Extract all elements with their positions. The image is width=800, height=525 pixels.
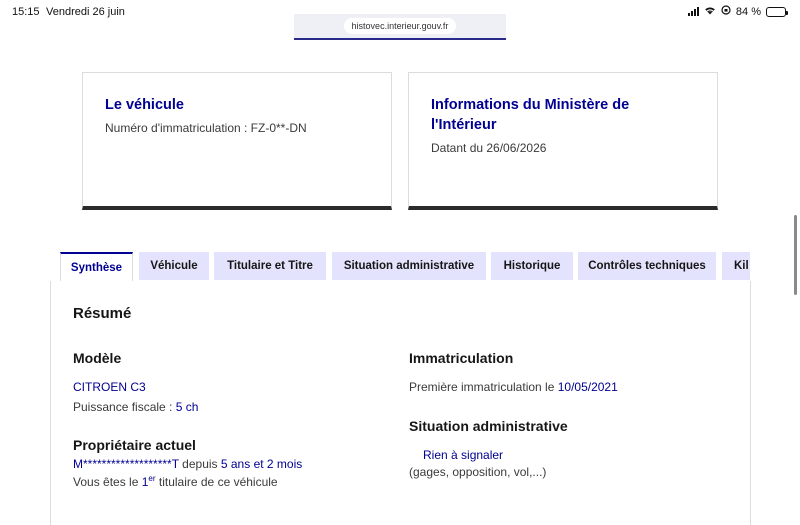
- battery-percentage: 84 %: [735, 5, 761, 18]
- url-text[interactable]: histovec.interieur.gouv.fr: [343, 18, 457, 34]
- ministry-card-title: Informations du Ministère de l'Intérieur: [431, 95, 695, 135]
- address-bar[interactable]: histovec.interieur.gouv.fr: [294, 14, 506, 40]
- fiscal-power-value: 5 ch: [175, 400, 199, 414]
- owner-rank-suffix-sup: er: [148, 474, 156, 483]
- tab-vehicule[interactable]: Véhicule: [139, 252, 209, 280]
- admin-detail: (gages, opposition, vol,...): [409, 465, 547, 479]
- vehicle-card: Le véhicule Numéro d'immatriculation : F…: [82, 72, 392, 210]
- owner-heading: Propriétaire actuel: [73, 437, 196, 453]
- fiscal-power-label: Puissance fiscale :: [73, 400, 176, 414]
- wifi-icon: [704, 6, 716, 18]
- tab-situation-administrative[interactable]: Situation administrative: [332, 252, 486, 280]
- ministry-title-line1: Informations du Ministère de: [431, 97, 630, 113]
- owner-rank-prefix: Vous êtes le: [73, 475, 142, 489]
- data-date: Datant du 26/06/2026: [431, 141, 547, 155]
- tab-kilometrage[interactable]: Kil: [722, 252, 750, 280]
- owner-rank-suffix: titulaire de ce véhicule: [155, 475, 278, 489]
- status-indicators: 84 %: [687, 5, 788, 18]
- first-registration-date: 10/05/2021: [557, 380, 618, 394]
- model-name: CITROEN C3: [73, 380, 146, 394]
- page-scrollbar[interactable]: [794, 215, 797, 295]
- fiscal-power: Puissance fiscale : 5 ch: [73, 400, 198, 414]
- ministry-title-line2: l'Intérieur: [431, 117, 497, 133]
- status-time: 15:15: [12, 6, 40, 18]
- registration-heading: Immatriculation: [409, 350, 514, 366]
- tab-controles-techniques[interactable]: Contrôles techniques: [578, 252, 716, 280]
- battery-icon: [766, 6, 788, 17]
- synthese-panel: Résumé Modèle CITROEN C3 Puissance fisca…: [50, 281, 751, 525]
- owner-since-value: 5 ans et 2 mois: [220, 457, 303, 471]
- first-registration-label: Première immatriculation le: [409, 380, 558, 394]
- cellular-signal-icon: [687, 7, 699, 16]
- model-heading: Modèle: [73, 350, 122, 366]
- tab-titulaire-titre[interactable]: Titulaire et Titre: [214, 252, 326, 280]
- tab-synthese[interactable]: Synthèse: [60, 252, 133, 282]
- ministry-card: Informations du Ministère de l'Intérieur…: [408, 72, 718, 210]
- orientation-lock-icon: [721, 5, 731, 18]
- owner-name: M*******************T: [73, 457, 179, 471]
- first-registration: Première immatriculation le 10/05/2021: [409, 380, 618, 394]
- registration-number: Numéro d'immatriculation : FZ-0**-DN: [105, 121, 307, 135]
- admin-situation-heading: Situation administrative: [409, 418, 568, 434]
- owner-rank: Vous êtes le 1er titulaire de ce véhicul…: [73, 474, 278, 489]
- status-date: Vendredi 26 juin: [46, 6, 125, 18]
- vehicle-card-title: Le véhicule: [105, 97, 184, 113]
- summary-heading: Résumé: [73, 305, 132, 322]
- tab-historique[interactable]: Historique: [491, 252, 573, 280]
- tab-bar: Synthèse Véhicule Titulaire et Titre Sit…: [50, 252, 750, 282]
- owner-line: M*******************T depuis 5 ans et 2 …: [73, 457, 302, 471]
- admin-status: Rien à signaler: [423, 448, 504, 462]
- owner-since-label: depuis: [178, 457, 221, 471]
